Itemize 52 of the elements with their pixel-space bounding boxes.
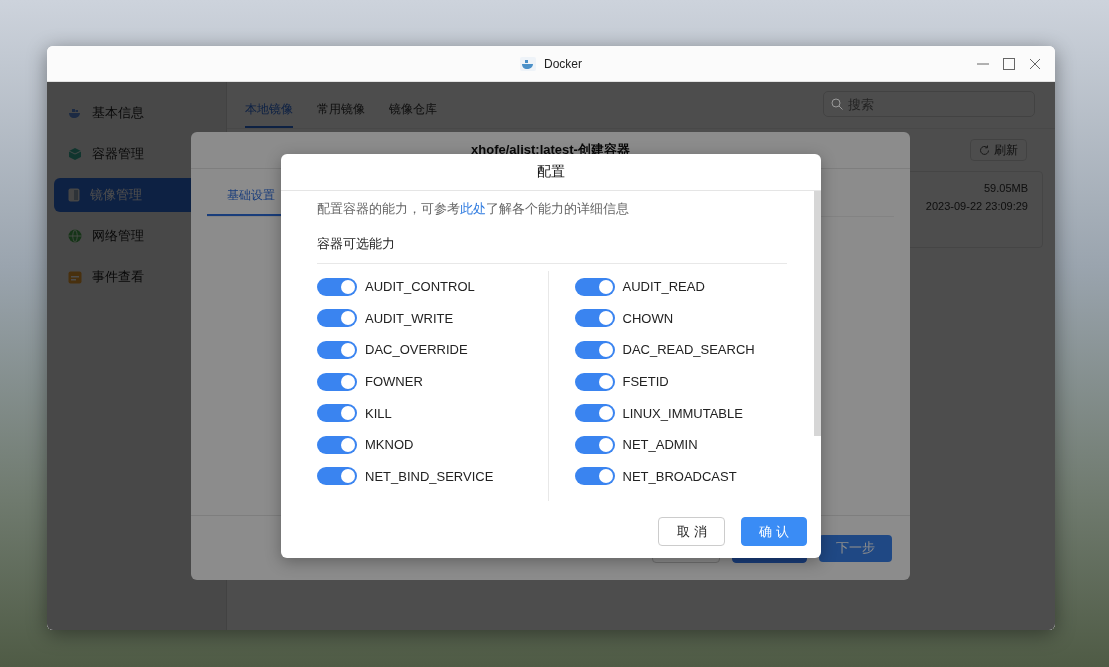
toggle-switch[interactable] bbox=[317, 435, 357, 454]
calendar-icon bbox=[68, 270, 82, 284]
capability-label: MKNOD bbox=[365, 437, 414, 453]
toggle-switch[interactable] bbox=[574, 277, 615, 296]
capability-label: AUDIT_CONTROL bbox=[365, 279, 475, 295]
toggle-switch[interactable] bbox=[574, 372, 615, 391]
tab[interactable]: 镜像仓库 bbox=[389, 91, 437, 128]
whale-icon bbox=[520, 56, 536, 71]
whale-icon bbox=[68, 107, 82, 119]
toggle-switch[interactable] bbox=[317, 404, 357, 423]
toggle-switch[interactable] bbox=[574, 404, 615, 423]
capability-label: FSETID bbox=[622, 374, 669, 390]
sidebar-item[interactable]: 基本信息 bbox=[54, 96, 219, 130]
refresh-icon bbox=[979, 144, 990, 156]
cancel-button[interactable]: 取消 bbox=[658, 517, 725, 546]
capability-label: FOWNER bbox=[365, 374, 423, 390]
cube-icon bbox=[68, 147, 82, 161]
capability-label: LINUX_IMMUTABLE bbox=[622, 405, 743, 421]
maximize-icon[interactable] bbox=[1003, 58, 1015, 70]
toggle-switch[interactable] bbox=[317, 277, 357, 296]
description-text: 配置容器的能力，可参考此处了解各个能力的详细信息 bbox=[317, 201, 630, 217]
search-icon bbox=[831, 98, 843, 110]
tab[interactable]: 本地镜像 bbox=[245, 91, 293, 128]
capability-label: KILL bbox=[365, 405, 392, 421]
close-icon[interactable] bbox=[1029, 58, 1041, 70]
toggle-switch[interactable] bbox=[317, 467, 357, 486]
toggle-switch[interactable] bbox=[574, 341, 615, 359]
toggle-switch[interactable] bbox=[574, 467, 615, 486]
toggle-switch[interactable] bbox=[574, 435, 615, 454]
confirm-button[interactable]: 确认 bbox=[741, 517, 807, 546]
image-date: 2023-09-22 23:09:29 bbox=[925, 200, 1028, 212]
panel-icon bbox=[68, 188, 80, 202]
capability-label: DAC_OVERRIDE bbox=[365, 342, 468, 358]
globe-icon bbox=[68, 229, 82, 243]
image-size: 59.05MB bbox=[983, 182, 1028, 194]
window-title: Docker bbox=[544, 56, 582, 71]
toggle-switch[interactable] bbox=[317, 341, 357, 359]
toggle-switch[interactable] bbox=[317, 309, 357, 328]
capability-label: CHOWN bbox=[622, 310, 674, 326]
help-link[interactable]: 此处 bbox=[460, 202, 486, 216]
tab[interactable]: 常用镜像 bbox=[317, 91, 365, 128]
capability-label: AUDIT_WRITE bbox=[365, 310, 454, 326]
capability-label: AUDIT_READ bbox=[622, 279, 705, 295]
toggle-switch[interactable] bbox=[574, 309, 615, 328]
capability-label: DAC_READ_SEARCH bbox=[622, 342, 755, 358]
capability-label: NET_BIND_SERVICE bbox=[365, 468, 494, 484]
dialog-title: 配置 bbox=[537, 163, 565, 181]
toggle-switch[interactable] bbox=[317, 372, 357, 391]
capability-label: NET_ADMIN bbox=[622, 437, 698, 453]
section-title: 容器可选能力 bbox=[317, 235, 787, 264]
capability-label: NET_BROADCAST bbox=[622, 468, 737, 484]
scrollbar[interactable] bbox=[814, 191, 821, 436]
